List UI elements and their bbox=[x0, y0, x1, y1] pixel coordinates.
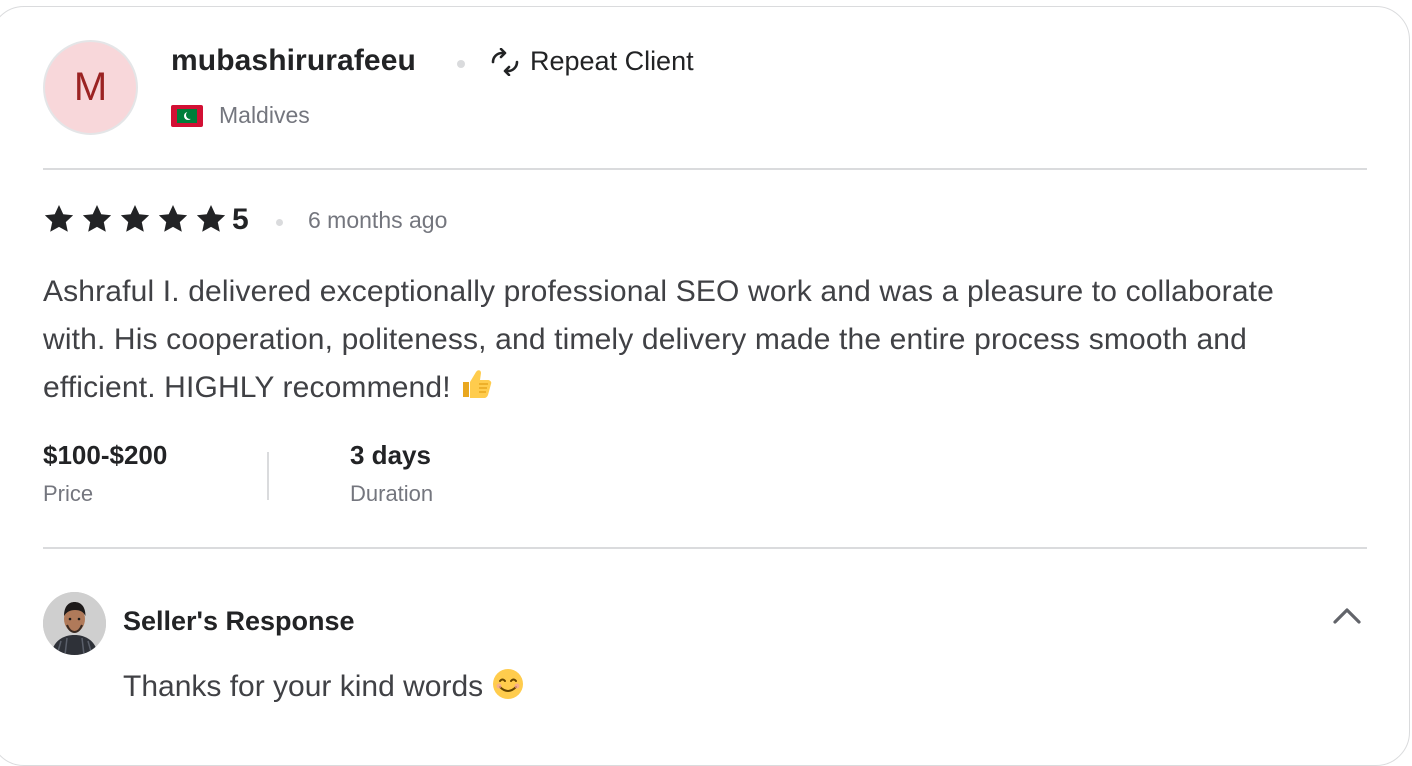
price-info: $100-$200 Price bbox=[43, 440, 167, 507]
reviewer-username: mubashirurafeeu bbox=[171, 44, 416, 77]
response-body: Thanks for your kind words bbox=[123, 670, 484, 703]
price-value: $100-$200 bbox=[43, 440, 168, 470]
review-text: Ashraful I. delivered exceptionally prof… bbox=[43, 268, 1343, 416]
divider bbox=[43, 168, 1367, 170]
separator-dot bbox=[457, 60, 465, 68]
star-icon bbox=[43, 203, 75, 235]
duration-label: Duration bbox=[350, 481, 434, 506]
repeat-client-label: Repeat Client bbox=[530, 46, 694, 76]
repeat-client-badge: Repeat Client bbox=[488, 46, 694, 77]
seller-response-title: Seller's Response bbox=[123, 606, 355, 636]
seller-avatar bbox=[43, 592, 106, 655]
country-name: Maldives bbox=[219, 102, 310, 128]
price-label: Price bbox=[43, 481, 94, 506]
reviewer-country: Maldives bbox=[171, 102, 310, 129]
chevron-up-icon[interactable] bbox=[1330, 602, 1364, 628]
duration-value: 3 days bbox=[350, 440, 431, 470]
star-icon bbox=[195, 203, 227, 235]
divider bbox=[43, 547, 1367, 549]
reviewer-avatar: M bbox=[43, 40, 138, 135]
separator-dot bbox=[276, 219, 283, 226]
maldives-flag-icon bbox=[171, 104, 203, 127]
rating-value: 5 bbox=[232, 203, 249, 236]
star-icon bbox=[81, 203, 113, 235]
smile-icon bbox=[492, 668, 524, 708]
avatar-letter: M bbox=[73, 65, 108, 109]
star-icon bbox=[157, 203, 189, 235]
star-rating bbox=[43, 203, 227, 235]
thumbs-up-icon bbox=[459, 367, 493, 416]
seller-response-text: Thanks for your kind words bbox=[123, 668, 524, 708]
repeat-icon bbox=[488, 47, 522, 76]
review-body: Ashraful I. delivered exceptionally prof… bbox=[43, 275, 1274, 404]
review-time: 6 months ago bbox=[308, 207, 448, 233]
meta-separator bbox=[267, 452, 269, 500]
duration-info: 3 days Duration bbox=[350, 440, 433, 507]
star-icon bbox=[119, 203, 151, 235]
